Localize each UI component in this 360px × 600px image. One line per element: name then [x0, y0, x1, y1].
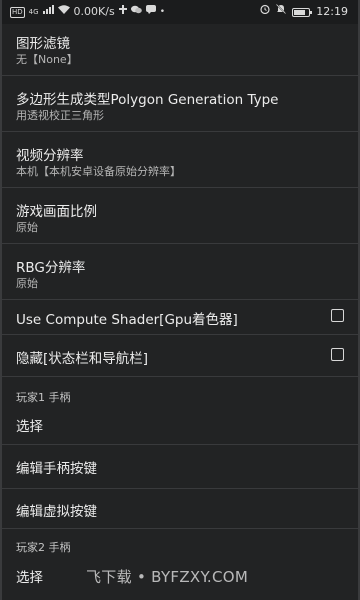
- setting-title: 编辑手柄按键: [16, 461, 97, 477]
- network-speed: 0.00K/s: [73, 5, 115, 18]
- wifi-icon: [57, 0, 70, 24]
- status-bar-left: HD 4G 0.00K/s •: [10, 0, 165, 24]
- clock: 12:19: [316, 5, 348, 18]
- video-resolution-setting[interactable]: 视频分辨率 本机【本机安卓设备原始分辨率】: [2, 132, 358, 188]
- setting-title: 选择: [16, 570, 43, 586]
- setting-title: RBG分辨率: [16, 260, 86, 276]
- status-bar-right: 12:19: [260, 0, 348, 24]
- battery-icon: [292, 7, 313, 17]
- signal-icon: [42, 0, 54, 24]
- setting-title: 选择: [16, 419, 43, 435]
- watermark: 飞下载 • BYFZXY.COM: [86, 568, 249, 586]
- more-notifications-icon: •: [159, 7, 166, 17]
- compute-shader-checkbox[interactable]: [331, 309, 344, 322]
- setting-title: 游戏画面比例: [16, 204, 97, 220]
- category-title: 玩家2 手柄: [16, 541, 71, 554]
- rbg-resolution-setting[interactable]: RBG分辨率 原始: [2, 244, 358, 300]
- setting-value: 无【None】: [16, 53, 78, 66]
- player1-select[interactable]: 选择: [2, 405, 358, 445]
- wechat-icon: [130, 0, 142, 24]
- edit-virtual-keys[interactable]: 编辑虚拟按键: [2, 489, 358, 529]
- setting-value: 原始: [16, 277, 38, 290]
- setting-title: Use Compute Shader[Gpu着色器]: [16, 312, 238, 328]
- compute-shader-setting[interactable]: Use Compute Shader[Gpu着色器]: [2, 300, 358, 335]
- alarm-icon: [260, 0, 270, 24]
- player1-category: 玩家1 手柄: [2, 377, 358, 405]
- setting-value: 用透视校正三角形: [16, 109, 104, 122]
- status-bar: HD 4G 0.00K/s • 12:19: [2, 0, 358, 24]
- setting-value: 本机【本机安卓设备原始分辨率】: [16, 165, 181, 178]
- mute-icon: [276, 0, 287, 24]
- hide-bars-checkbox[interactable]: [331, 348, 344, 361]
- setting-title: 编辑虚拟按键: [16, 504, 97, 520]
- setting-title: 多边形生成类型Polygon Generation Type: [16, 92, 279, 108]
- player2-category: 玩家2 手柄: [2, 529, 358, 557]
- usb-icon: [118, 0, 127, 24]
- network-type-label: 4G: [28, 8, 39, 16]
- setting-title: 隐藏[状态栏和导航栏]: [16, 351, 149, 367]
- aspect-ratio-setting[interactable]: 游戏画面比例 原始: [2, 188, 358, 244]
- setting-title: 图形滤镜: [16, 36, 70, 52]
- hd-badge: HD: [10, 6, 25, 18]
- edit-gamepad-keys[interactable]: 编辑手柄按键: [2, 445, 358, 489]
- graphics-filter-setting[interactable]: 图形滤镜 无【None】: [2, 24, 358, 76]
- category-title: 玩家1 手柄: [16, 391, 71, 404]
- polygon-generation-setting[interactable]: 多边形生成类型Polygon Generation Type 用透视校正三角形: [2, 76, 358, 132]
- setting-title: 视频分辨率: [16, 148, 84, 164]
- message-icon: [145, 0, 156, 24]
- setting-value: 原始: [16, 221, 38, 234]
- hide-bars-setting[interactable]: 隐藏[状态栏和导航栏]: [2, 335, 358, 377]
- app-screen: HD 4G 0.00K/s • 12:19 图形滤镜 无【None】 多边形生成…: [0, 0, 360, 600]
